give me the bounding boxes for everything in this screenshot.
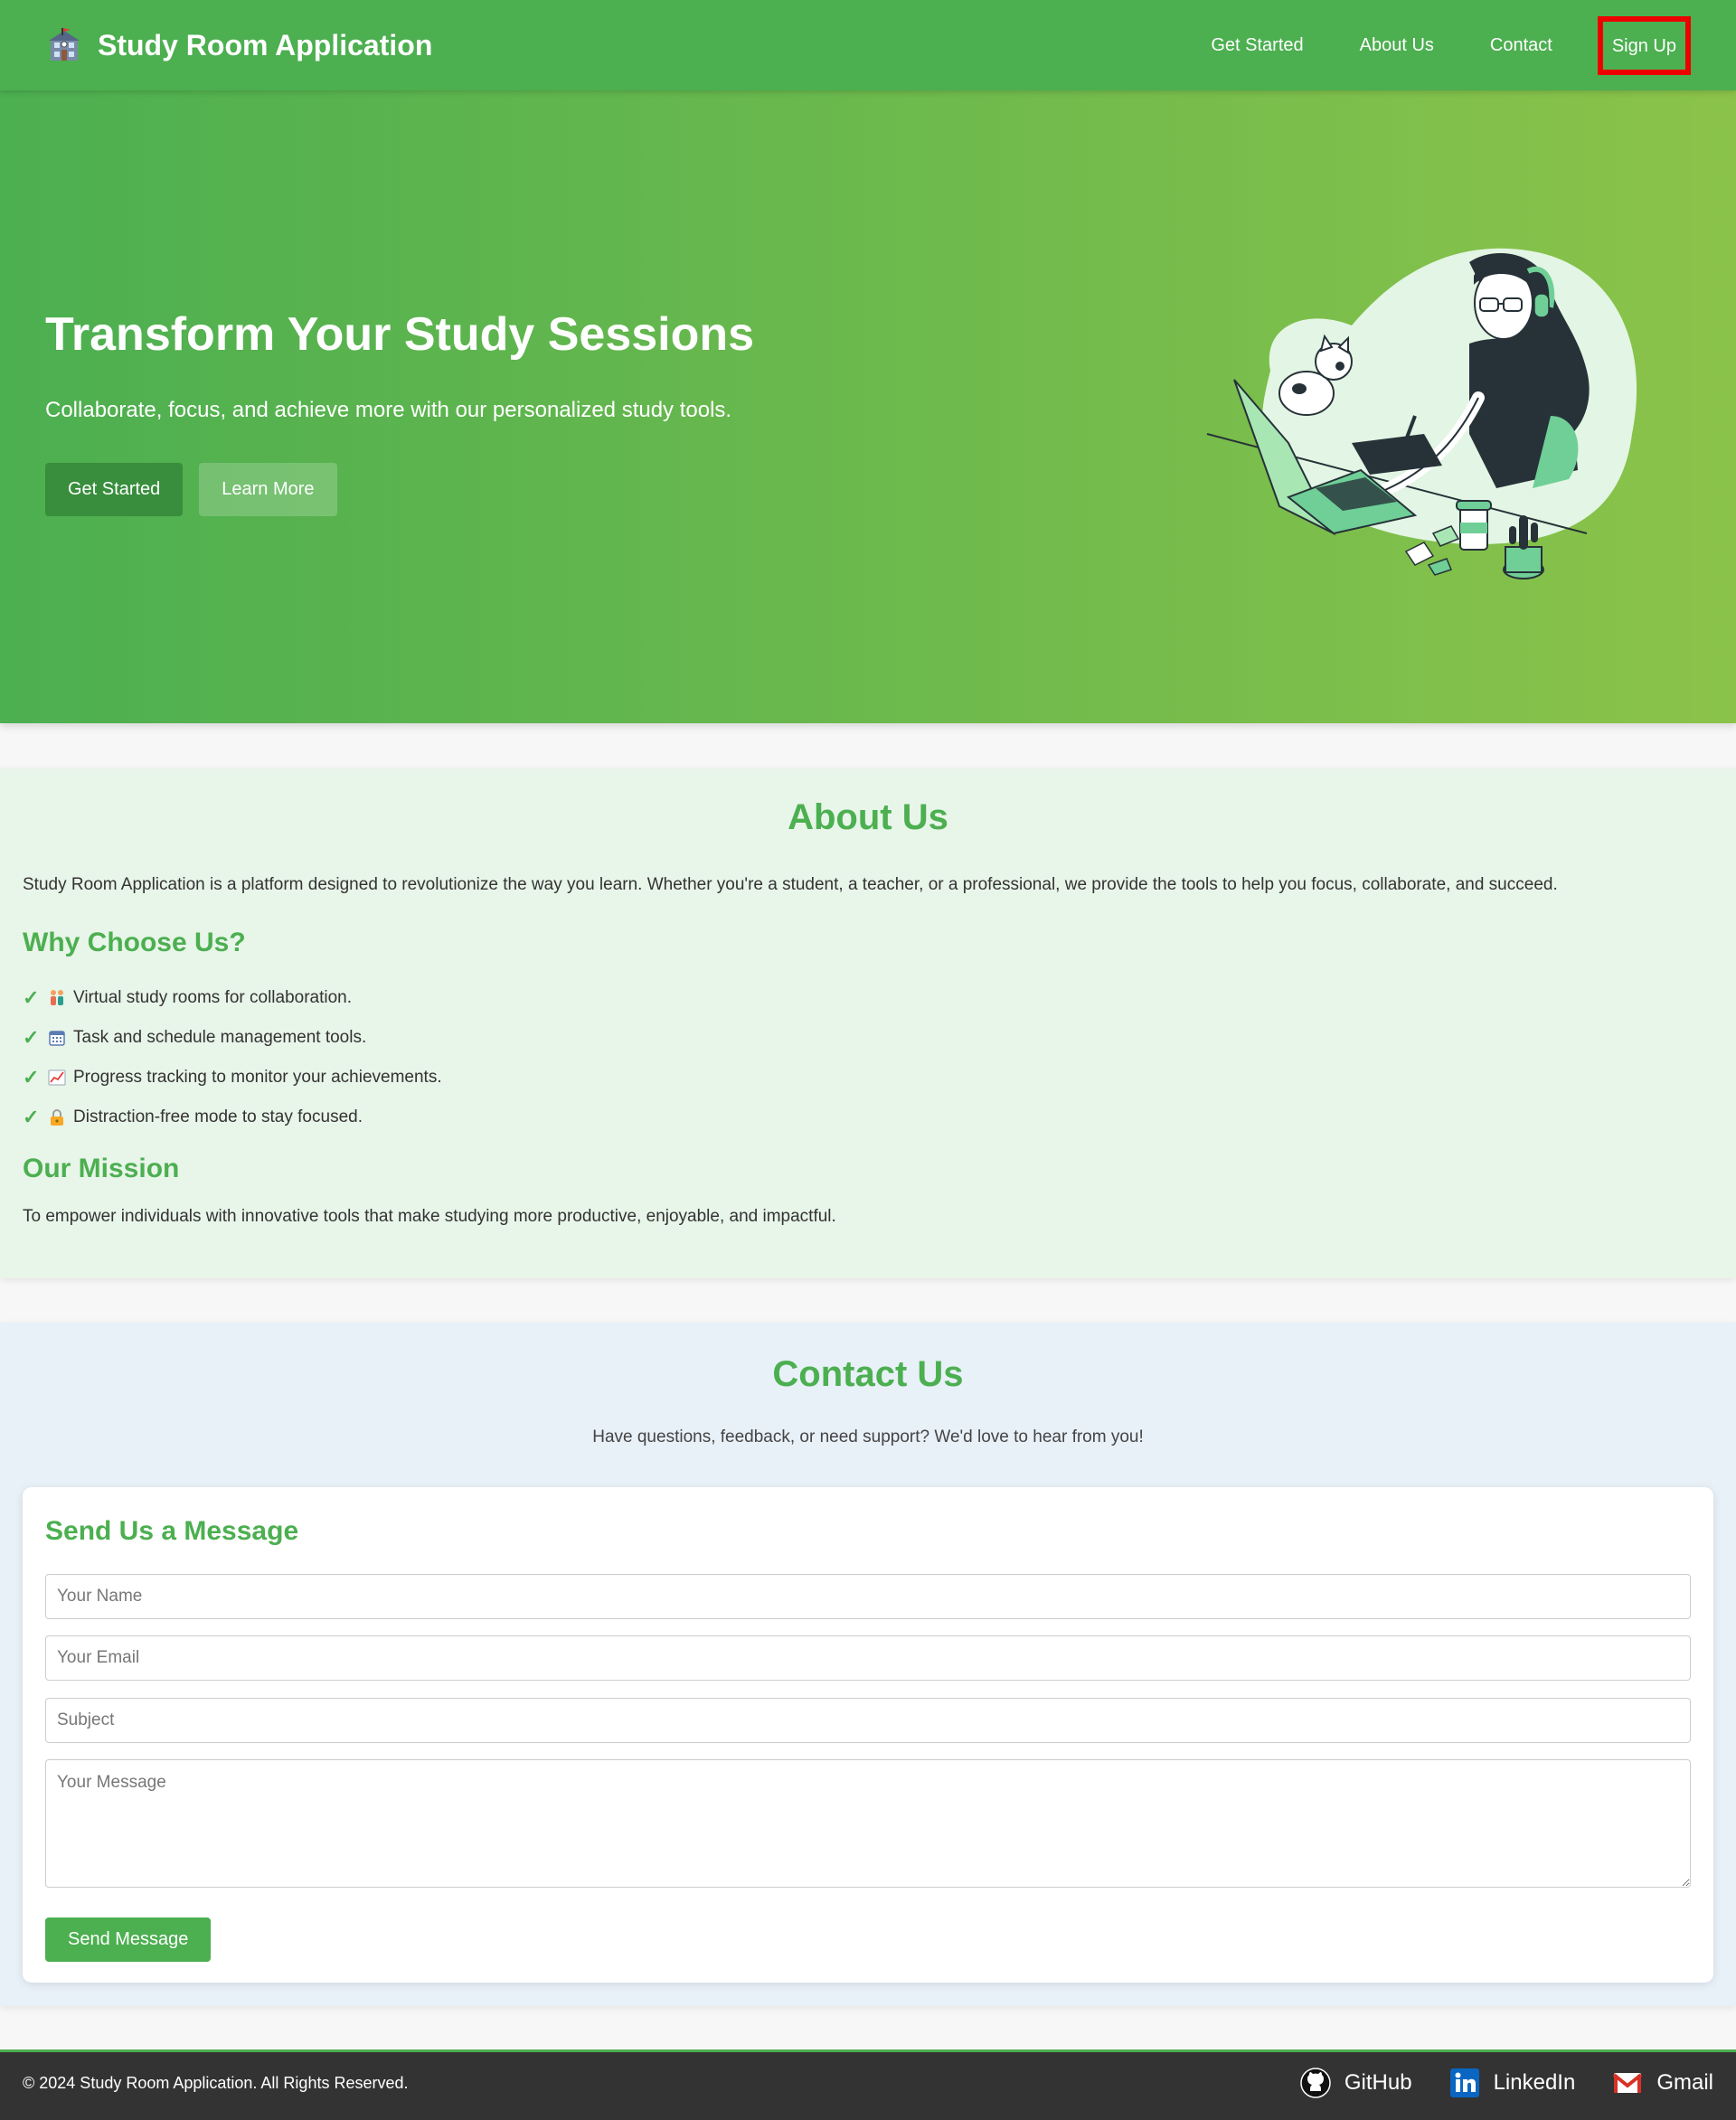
github-link[interactable]: GitHub [1299,2067,1412,2099]
learn-more-button[interactable]: Learn More [199,463,337,516]
school-building-icon [49,28,80,61]
feature-item: ✓ Distraction-free mode to stay focused. [23,1098,442,1137]
contact-title: Contact Us [772,1354,964,1394]
copyright-text: © 2024 Study Room Application. All Right… [23,2074,409,2092]
nav-get-started-link[interactable]: Get Started [1211,35,1303,56]
mission-text: To empower individuals with innovative t… [23,1207,836,1226]
navbar: Study Room Application Get Started About… [0,0,1736,90]
chart-icon [48,1069,73,1087]
about-description: Study Room Application is a platform des… [23,875,1558,894]
feature-text: Virtual study rooms for collaboration. [73,988,353,1007]
why-choose-us-title: Why Choose Us? [23,928,246,957]
features-list: ✓ Virtual study rooms for collaboration.… [23,978,442,1137]
about-section: About Us Study Room Application is a pla… [0,768,1736,1278]
people-icon [48,989,73,1007]
linkedin-link[interactable]: LinkedIn [1448,2067,1576,2099]
hero-section: Transform Your Study Sessions Collaborat… [0,90,1736,723]
footer: © 2024 Study Room Application. All Right… [0,2049,1736,2120]
contact-subtitle: Have questions, feedback, or need suppor… [592,1427,1144,1446]
checkmark-icon: ✓ [23,986,40,1009]
nav-about-us-link[interactable]: About Us [1360,35,1434,56]
feature-text: Distraction-free mode to stay focused. [73,1107,363,1126]
contact-form-card: Send Us a Message Send Message [23,1487,1713,1983]
nav-contact-link[interactable]: Contact [1490,35,1552,56]
hero-subtitle: Collaborate, focus, and achieve more wit… [45,398,732,422]
linkedin-label: LinkedIn [1493,2070,1576,2095]
nav-links: Get Started About Us Contact Sign Up [1155,15,1691,75]
checkmark-icon: ✓ [23,1106,40,1128]
contact-section: Contact Us Have questions, feedback, or … [0,1323,1736,2006]
gmail-icon [1613,2073,1643,2093]
subject-input[interactable] [45,1698,1691,1743]
lock-icon [48,1108,73,1126]
brand-name: Study Room Application [98,28,433,61]
feature-item: ✓ Progress tracking to monitor your achi… [23,1058,442,1098]
study-illustration [1206,248,1637,579]
github-label: GitHub [1344,2070,1412,2095]
name-input[interactable] [45,1574,1691,1619]
sign-up-link[interactable]: Sign Up [1597,15,1691,75]
our-mission-title: Our Mission [23,1154,180,1183]
linkedin-icon [1449,2068,1479,2097]
brand[interactable]: Study Room Application [45,26,432,64]
feature-item: ✓ Task and schedule management tools. [23,1018,442,1058]
hero-title: Transform Your Study Sessions [45,308,755,361]
checkmark-icon: ✓ [23,1026,40,1049]
about-title: About Us [788,797,948,837]
checkmark-icon: ✓ [23,1066,40,1088]
gmail-label: Gmail [1656,2070,1713,2095]
get-started-button[interactable]: Get Started [45,463,184,516]
github-icon [1300,2068,1331,2098]
form-title: Send Us a Message [45,1516,299,1546]
feature-text: Progress tracking to monitor your achiev… [73,1068,442,1087]
feature-item: ✓ Virtual study rooms for collaboration. [23,978,442,1018]
send-message-button[interactable]: Send Message [45,1917,212,1962]
feature-text: Task and schedule management tools. [73,1028,367,1047]
social-links: GitHub LinkedIn Gmail [1299,2067,1713,2099]
gmail-link[interactable]: Gmail [1611,2067,1713,2099]
calendar-icon [48,1029,73,1047]
message-textarea[interactable] [45,1759,1691,1888]
email-input[interactable] [45,1635,1691,1681]
hero-buttons: Get Started Learn More [45,463,337,516]
